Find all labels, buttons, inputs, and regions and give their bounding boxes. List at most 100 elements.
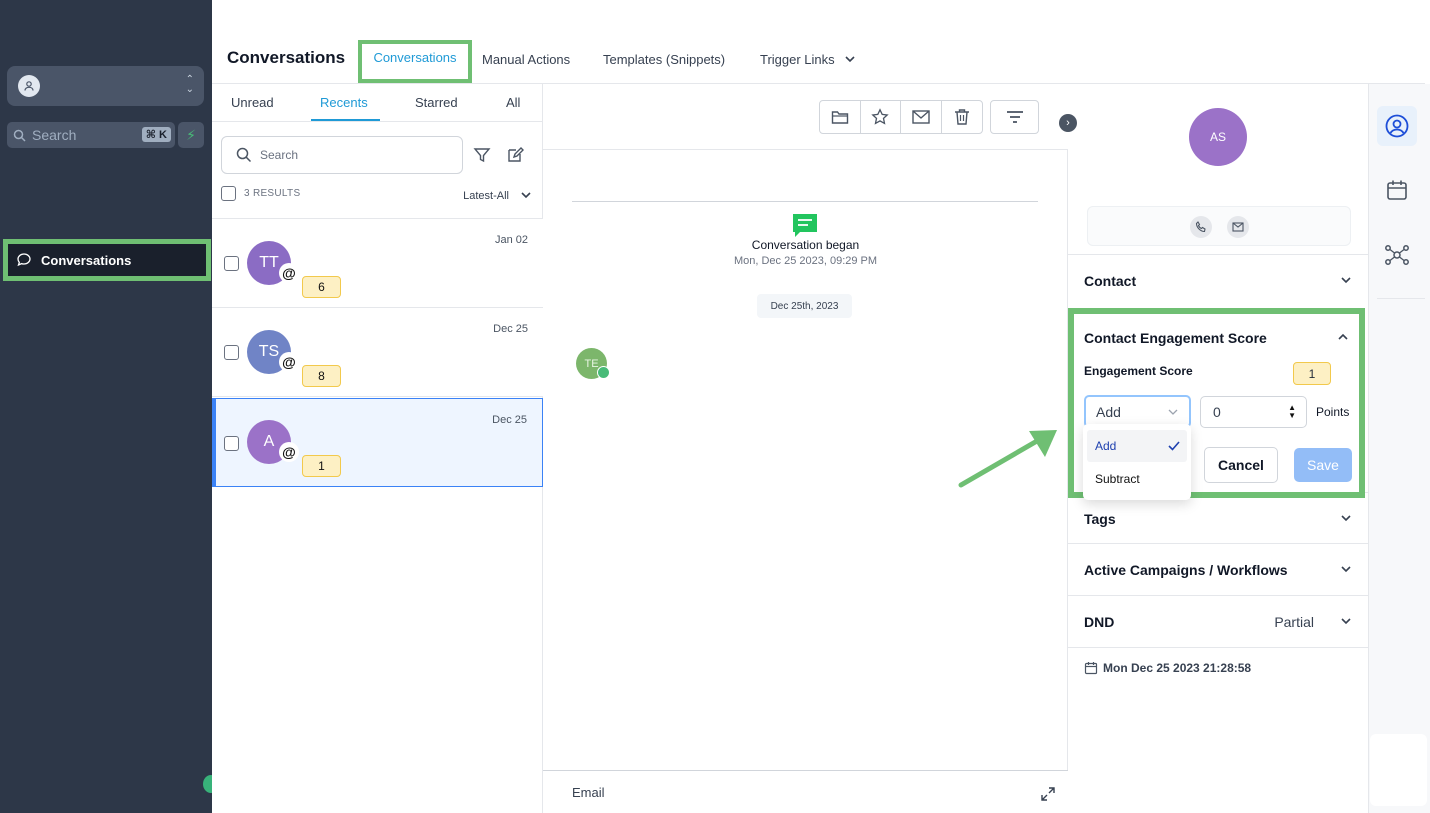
chevron-down-icon <box>1341 618 1351 625</box>
star-icon[interactable] <box>861 101 901 133</box>
email-channel-icon <box>597 366 610 379</box>
dropdown-option-subtract[interactable]: Subtract <box>1087 463 1187 495</box>
filter-tab-starred[interactable]: Starred <box>415 95 458 110</box>
section-title: Active Campaigns / Workflows <box>1084 562 1288 578</box>
sidebar-search[interactable]: Search ⌘ K <box>7 122 175 148</box>
page-title: Conversations <box>227 48 346 67</box>
section-campaigns[interactable]: Active Campaigns / Workflows <box>1068 543 1368 595</box>
points-value: 0 <box>1213 404 1221 420</box>
header-edge <box>1425 0 1430 84</box>
unread-count-badge: 6 <box>302 276 341 298</box>
filter-tab-unread[interactable]: Unread <box>231 95 274 110</box>
left-sidebar: ⌃ ⌄ Search ⌘ K ⚡ Conversations <box>0 0 219 813</box>
message-area-border <box>543 149 1068 150</box>
engagement-score-badge: 1 <box>1293 362 1331 385</box>
section-title: DND <box>1084 614 1115 630</box>
tab-trigger-links[interactable]: Trigger Links <box>760 52 856 67</box>
user-icon <box>18 75 40 97</box>
right-icon-rail <box>1368 84 1430 813</box>
network-icon[interactable] <box>1377 235 1417 275</box>
contact-quick-actions <box>1087 206 1351 246</box>
search-placeholder: Search <box>260 148 299 162</box>
updown-chevron-icon: ⌃ ⌄ <box>185 74 194 95</box>
chevron-up-icon[interactable] <box>1337 332 1349 342</box>
trash-icon[interactable] <box>942 101 982 133</box>
phone-icon[interactable] <box>1190 216 1212 238</box>
conversation-actions <box>819 100 983 134</box>
operation-value: Add <box>1096 403 1121 420</box>
tab-conversations[interactable]: Conversations <box>362 44 468 79</box>
results-row: 3 RESULTS Latest-All <box>221 186 534 206</box>
section-title: Contact <box>1084 273 1137 289</box>
sort-dropdown[interactable]: Latest-All <box>463 190 509 202</box>
sidebar-item-label: Conversations <box>41 252 132 268</box>
calendar-icon[interactable] <box>1377 170 1417 210</box>
annotation-arrow-icon <box>958 430 1057 488</box>
section-title[interactable]: Contact Engagement Score <box>1084 330 1267 346</box>
collapse-panel-icon[interactable]: › <box>1059 114 1077 132</box>
conversation-list-panel: Unread Recents Starred All Search 3 RESU… <box>212 84 543 813</box>
conversation-began-date: Mon, Dec 25 2023, 09:29 PM <box>733 255 878 267</box>
chevron-down-icon <box>845 56 855 63</box>
sidebar-search-label: Search <box>32 127 77 143</box>
rail-footer-card <box>1370 734 1427 806</box>
cancel-button[interactable]: Cancel <box>1204 447 1278 483</box>
bolt-icon[interactable]: ⚡ <box>178 122 204 148</box>
calendar-icon <box>1084 662 1098 675</box>
chevron-down-icon <box>521 192 531 199</box>
mail-icon[interactable] <box>901 101 942 133</box>
chevron-down-icon <box>1341 566 1351 573</box>
select-all-checkbox[interactable] <box>221 186 236 201</box>
dropdown-option-add[interactable]: Add <box>1087 430 1187 462</box>
search-icon <box>13 129 26 142</box>
dnd-value: Partial <box>1274 614 1314 630</box>
message-filter-button[interactable] <box>990 100 1039 134</box>
item-checkbox[interactable] <box>224 256 239 271</box>
conversation-began-label: Conversation began <box>751 238 860 252</box>
compose-icon[interactable] <box>506 146 524 164</box>
save-button[interactable]: Save <box>1294 448 1352 482</box>
search-icon <box>236 147 252 163</box>
contact-avatar: AS <box>1189 108 1247 166</box>
email-icon[interactable] <box>1227 216 1249 238</box>
chevron-down-icon <box>1341 515 1351 522</box>
active-tab-indicator <box>311 119 380 121</box>
filter-lines-icon <box>1006 111 1023 123</box>
message-icon <box>793 214 817 237</box>
location-switcher[interactable]: ⌃ ⌄ <box>7 66 204 106</box>
conversation-item-selected[interactable]: A @ 1 Dec 25 <box>212 398 543 487</box>
section-dnd[interactable]: DND Partial <box>1068 595 1368 647</box>
folder-icon[interactable] <box>820 101 861 133</box>
conversation-search-input[interactable]: Search <box>221 136 463 174</box>
sidebar-item-conversations[interactable]: Conversations <box>8 244 206 276</box>
stepper-icon[interactable]: ▲ ▼ <box>1288 404 1296 420</box>
expand-icon[interactable] <box>1040 786 1056 802</box>
tab-templates[interactable]: Templates (Snippets) <box>603 52 725 67</box>
section-divider <box>1068 647 1368 648</box>
results-count: 3 RESULTS <box>244 188 301 199</box>
chat-bubble-icon <box>17 253 31 267</box>
filter-tab-recents[interactable]: Recents <box>320 95 368 110</box>
filter-tab-all[interactable]: All <box>506 95 520 110</box>
created-date-value: Mon Dec 25 2023 21:28:58 <box>1103 661 1252 675</box>
points-label: Points <box>1316 405 1350 419</box>
tab-manual-actions[interactable]: Manual Actions <box>482 52 570 67</box>
checkmark-icon <box>1168 441 1180 451</box>
date-separator: Dec 25th, 2023 <box>757 294 852 318</box>
timeline-divider <box>572 201 1038 202</box>
conversation-date: Dec 25 <box>493 323 528 335</box>
operation-dropdown-menu: Add Subtract <box>1083 424 1191 500</box>
at-mention-icon: @ <box>279 442 299 462</box>
filter-icon[interactable] <box>473 146 491 164</box>
section-contact[interactable]: Contact <box>1068 254 1368 306</box>
unread-count-badge: 8 <box>302 365 341 387</box>
points-input[interactable]: 0 ▲ ▼ <box>1200 396 1307 428</box>
option-label: Add <box>1095 439 1117 453</box>
item-checkbox[interactable] <box>224 345 239 360</box>
search-shortcut: ⌘ K <box>141 127 171 142</box>
conversation-item[interactable]: TT @ 6 Jan 02 <box>212 219 543 308</box>
composer-channel-tab[interactable]: Email <box>572 785 605 800</box>
conversation-item[interactable]: TS @ 8 Dec 25 <box>212 308 543 397</box>
contact-profile-icon[interactable] <box>1377 106 1417 146</box>
item-checkbox[interactable] <box>224 436 239 451</box>
